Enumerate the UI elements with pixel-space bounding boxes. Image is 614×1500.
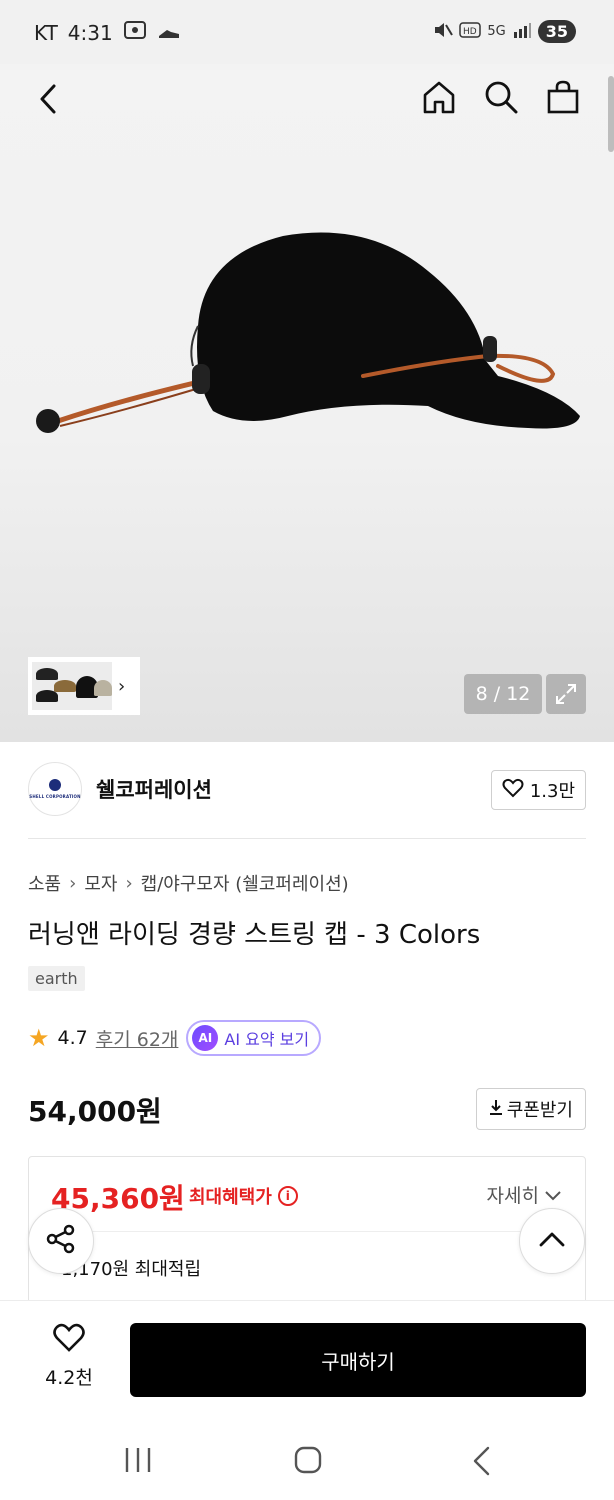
screenshot-icon [123,20,147,45]
product-like-button[interactable]: 4.2천 [30,1323,108,1390]
bottom-action-bar: 4.2천 구매하기 [0,1300,614,1420]
star-icon: ★ [28,1024,50,1052]
breadcrumb: 소품 › 모자 › 캡/야구모자 (쉘코퍼레이션) [28,870,349,896]
time-label: 4:31 [67,20,113,45]
scrollbar[interactable] [608,76,614,152]
battery-indicator: 35 [537,20,576,43]
ai-icon: AI [192,1025,219,1051]
signal-icon [512,22,532,42]
thumbnail-strip[interactable]: › [28,657,140,715]
status-right: HD 5G 35 [433,20,576,43]
recent-apps-icon[interactable] [124,1446,152,1478]
coupon-label: 쿠폰받기 [506,1100,573,1121]
home-icon[interactable] [420,78,458,116]
buy-button[interactable]: 구매하기 [130,1323,586,1397]
status-left: KT 4:31 [34,20,181,45]
header-actions [420,78,582,116]
breadcrumb-item[interactable]: 모자 [84,870,117,896]
system-navigation-bar [0,1420,614,1500]
back-nav-icon[interactable] [470,1446,494,1480]
chevron-right-icon: › [125,872,133,894]
carrier-label: KT [34,20,58,45]
shoe-icon [157,21,181,45]
brand-name[interactable]: 쉘코퍼레이션 [96,774,212,804]
product-title: 러닝앤 라이딩 경량 스트링 캡 - 3 Colors [28,920,481,950]
product-image-gallery[interactable]: › 8 / 12 [0,64,614,742]
brand-like-count: 1.3만 [529,781,575,802]
rating-value: 4.7 [57,1027,88,1049]
chevron-down-icon [545,1184,561,1206]
download-icon [489,1099,503,1120]
product-image [36,232,580,433]
network-label: 5G [487,24,506,39]
rating-row: ★ 4.7 후기 62개 AI AI 요약 보기 [28,1020,322,1056]
svg-text:HD: HD [463,27,477,37]
detail-label: 자세히 [486,1185,539,1207]
brand-like-button[interactable]: 1.3만 [490,770,586,810]
benefit-box: 45,360원 최대혜택가 i 자세히 1,170원 최대적립 [28,1156,586,1316]
product-price: 54,000원 [28,1095,162,1128]
divider [28,838,586,839]
ai-summary-label: AI 요약 보기 [224,1030,310,1049]
coupon-button[interactable]: 쿠폰받기 [475,1088,586,1130]
product-like-count: 4.2천 [45,1367,93,1389]
detail-toggle[interactable]: 자세히 [487,1181,561,1208]
max-benefit-text: 최대혜택가 [189,1187,272,1208]
chevron-right-icon: › [69,872,77,894]
breadcrumb-item[interactable]: 소품 [28,870,61,896]
breadcrumb-item[interactable]: 캡/야구모자 (쉘코퍼레이션) [141,870,349,896]
expand-icon[interactable] [546,674,586,714]
shopping-bag-icon[interactable] [544,78,582,116]
home-nav-icon[interactable] [294,1446,322,1478]
image-counter: 8 / 12 [464,674,542,714]
share-icon [45,1223,77,1259]
back-button[interactable] [34,82,64,116]
mute-icon [433,21,454,43]
divider [51,1231,563,1232]
chevron-up-icon [539,1231,565,1251]
color-tag: earth [28,966,85,991]
heart-icon [52,1323,86,1357]
brand-logo[interactable]: SHELL CORPORATION [28,762,82,816]
status-bar: KT 4:31 HD 5G 35 [0,0,614,64]
thumbnail-image [32,662,112,710]
brand-row: SHELL CORPORATION 쉘코퍼레이션 1.3만 [28,762,586,818]
scroll-top-button[interactable] [519,1208,585,1274]
search-icon[interactable] [482,78,520,116]
hd-icon: HD [459,21,482,42]
info-icon[interactable]: i [277,1186,298,1206]
heart-icon [502,778,524,803]
ai-summary-button[interactable]: AI AI 요약 보기 [186,1020,322,1056]
reviews-link[interactable]: 후기 62개 [96,1025,179,1052]
share-button[interactable] [28,1208,94,1274]
chevron-right-icon: › [118,675,126,697]
max-benefit-label: 최대혜택가 i [189,1183,298,1209]
